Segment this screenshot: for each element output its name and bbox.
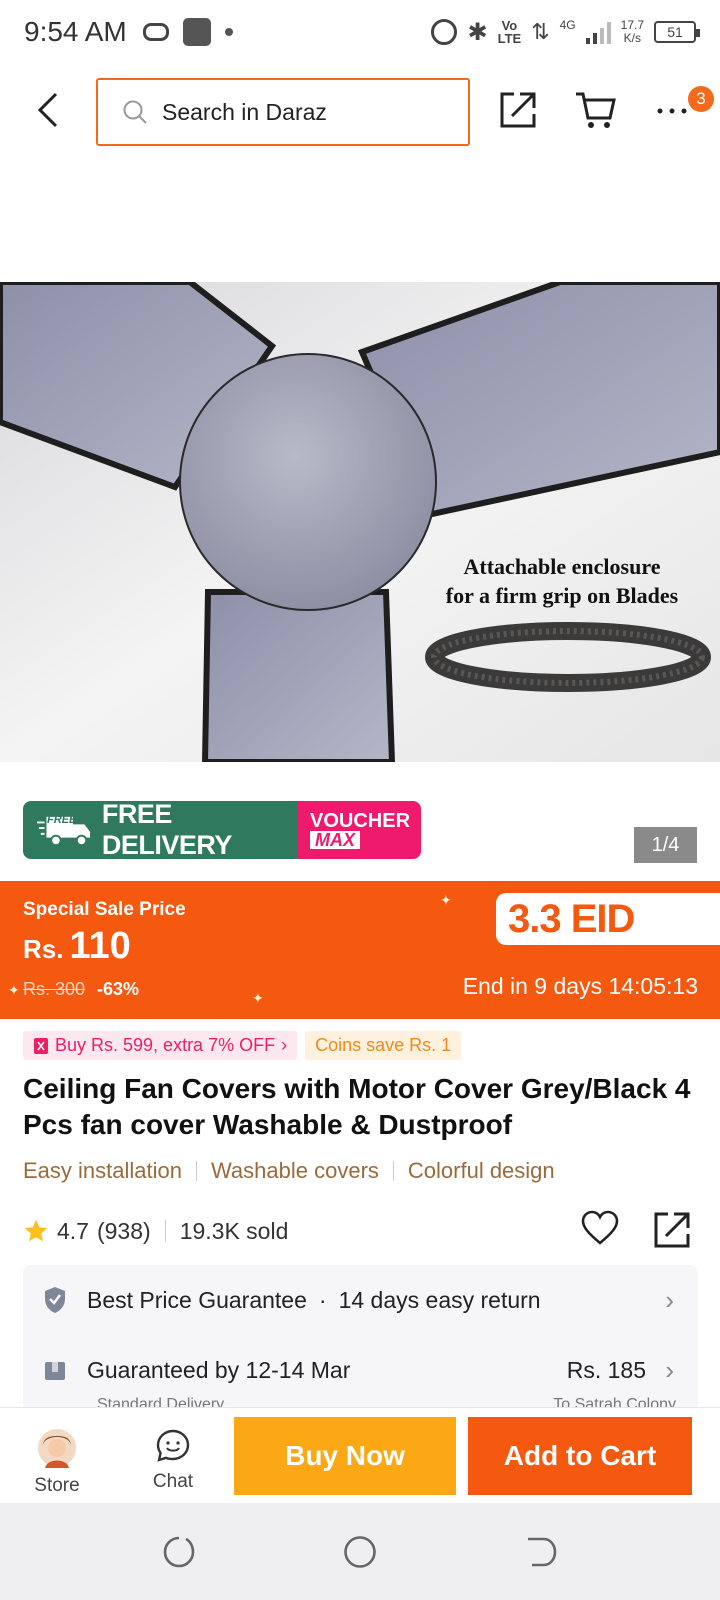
network-type: 4G bbox=[559, 17, 576, 32]
divider bbox=[392, 1161, 394, 1181]
chat-icon bbox=[156, 1429, 190, 1462]
divider bbox=[164, 1220, 166, 1242]
sparkle-icon: ✦ bbox=[252, 990, 264, 1006]
top-nav: Search in Daraz bbox=[0, 76, 720, 146]
wishlist-button[interactable] bbox=[580, 1210, 620, 1251]
feature-item: Easy installation bbox=[23, 1158, 182, 1183]
volte-icon: Vo LTE bbox=[497, 18, 522, 46]
data-arrows-icon: ⇅ bbox=[531, 19, 550, 44]
offer-row: Buy Rs. 599, extra 7% OFF › Coins save R… bbox=[23, 1031, 462, 1060]
separator-dot: · bbox=[318, 1286, 327, 1313]
system-navigation-bar bbox=[0, 1503, 720, 1600]
sale-price-bar: ✦ ✦ ✦ Special Sale Price Rs. 110 Rs. 300 … bbox=[0, 881, 720, 1019]
coins-offer: Coins save Rs. 1 bbox=[305, 1031, 462, 1060]
store-avatar-icon bbox=[38, 1429, 76, 1468]
store-button[interactable]: Store bbox=[24, 1428, 90, 1497]
share-icon bbox=[500, 92, 536, 128]
sparkle-icon: ✦ bbox=[8, 982, 20, 998]
review-count: (938) bbox=[96, 1217, 151, 1244]
service-info-card: Best Price Guarantee · 14 days easy retu… bbox=[23, 1265, 698, 1411]
add-to-cart-button[interactable]: Add to Cart bbox=[468, 1417, 692, 1495]
search-placeholder: Search in Daraz bbox=[162, 98, 327, 125]
back-button[interactable] bbox=[30, 92, 66, 128]
recents-icon bbox=[163, 1536, 195, 1568]
promo-banner[interactable]: FREE FREE DELIVERY VOUCHER MAX bbox=[23, 801, 421, 859]
shield-check-icon bbox=[45, 1287, 65, 1313]
alarm-icon bbox=[431, 19, 458, 45]
original-price: Rs. 300 bbox=[23, 979, 86, 999]
delivery-date-text: Guaranteed by 12-14 Mar bbox=[87, 1356, 351, 1383]
voucher-max-badge: VOUCHER MAX bbox=[298, 801, 421, 859]
app-notification-icon bbox=[182, 18, 211, 46]
share-product-button[interactable] bbox=[652, 1210, 692, 1255]
buy-now-button[interactable]: Buy Now bbox=[234, 1417, 456, 1495]
sale-countdown: End in 9 days 14:05:13 bbox=[462, 973, 698, 999]
sparkle-icon: ✦ bbox=[440, 892, 452, 908]
home-circle-icon bbox=[344, 1536, 376, 1568]
free-badge-text: FREE bbox=[47, 814, 77, 826]
status-bar: 9:54 AM ✱ Vo LTE ⇅ 4G 17.7 K/s 51 bbox=[0, 0, 720, 64]
price-guarantee-text: Best Price Guarantee bbox=[87, 1286, 307, 1313]
divider bbox=[195, 1161, 197, 1181]
eid-sale-tag: 3.3 EID SALE bbox=[496, 893, 720, 993]
delivery-box-icon bbox=[45, 1362, 65, 1380]
rating-value: 4.7 bbox=[57, 1217, 89, 1244]
home-button[interactable] bbox=[343, 1535, 377, 1574]
star-icon bbox=[24, 1219, 48, 1242]
feature-item: Colorful design bbox=[407, 1158, 555, 1183]
product-features: Easy installation Washable covers Colorf… bbox=[23, 1158, 555, 1184]
buy-more-offer[interactable]: Buy Rs. 599, extra 7% OFF › bbox=[23, 1031, 298, 1060]
back-arrow-icon bbox=[528, 1537, 557, 1567]
easy-return-text: 14 days easy return bbox=[338, 1286, 541, 1313]
cart-icon bbox=[576, 92, 616, 128]
delivery-fee: Rs. 185 bbox=[566, 1356, 646, 1383]
image-counter: 1/4 bbox=[634, 827, 697, 863]
fan-cover-photo bbox=[0, 282, 720, 762]
sale-price: Rs. 110 bbox=[23, 925, 131, 967]
back-system-button[interactable] bbox=[524, 1535, 558, 1574]
status-time: 9:54 AM bbox=[24, 16, 127, 47]
product-title: Ceiling Fan Covers with Motor Cover Grey… bbox=[23, 1073, 691, 1140]
free-delivery-badge: FREE FREE DELIVERY bbox=[23, 801, 298, 859]
sale-label: Special Sale Price bbox=[23, 899, 186, 920]
delivery-row[interactable]: Guaranteed by 12-14 Mar Rs. 185 › bbox=[23, 1340, 698, 1400]
voucher-icon bbox=[34, 1037, 48, 1054]
battery-icon: 51 bbox=[654, 21, 700, 43]
chat-button[interactable]: Chat bbox=[140, 1428, 206, 1493]
chevron-right-icon: › bbox=[665, 1354, 674, 1385]
bottom-action-bar: Store Chat Buy Now Add to Cart bbox=[0, 1407, 720, 1503]
chevron-right-icon: › bbox=[281, 1035, 288, 1055]
discount-percent: -63% bbox=[97, 979, 140, 999]
share-icon bbox=[654, 1212, 690, 1248]
feature-item: Washable covers bbox=[210, 1158, 379, 1183]
guarantee-row[interactable]: Best Price Guarantee · 14 days easy retu… bbox=[23, 1270, 698, 1330]
bluetooth-icon: ✱ bbox=[467, 18, 488, 46]
image-caption: Attachable enclosure for a firm grip on … bbox=[445, 554, 679, 608]
chevron-right-icon: › bbox=[665, 1284, 674, 1315]
share-button[interactable] bbox=[498, 90, 538, 135]
heart-icon bbox=[581, 1210, 619, 1245]
free-delivery-text: FREE DELIVERY bbox=[101, 801, 233, 859]
recents-button[interactable] bbox=[162, 1535, 196, 1574]
sold-count: 19.3K sold bbox=[179, 1217, 289, 1244]
chevron-left-icon bbox=[37, 92, 58, 128]
more-notifications-dot-icon bbox=[224, 28, 233, 36]
search-icon bbox=[123, 100, 147, 124]
signal-icon bbox=[585, 20, 611, 44]
search-input[interactable]: Search in Daraz bbox=[96, 78, 470, 146]
product-image[interactable]: Attachable enclosure for a firm grip on … bbox=[0, 282, 720, 762]
notification-badge: 3 bbox=[688, 86, 714, 112]
cart-button[interactable] bbox=[574, 90, 618, 135]
gamepad-icon bbox=[142, 23, 169, 41]
network-speed: 17.7 K/s bbox=[620, 18, 644, 45]
